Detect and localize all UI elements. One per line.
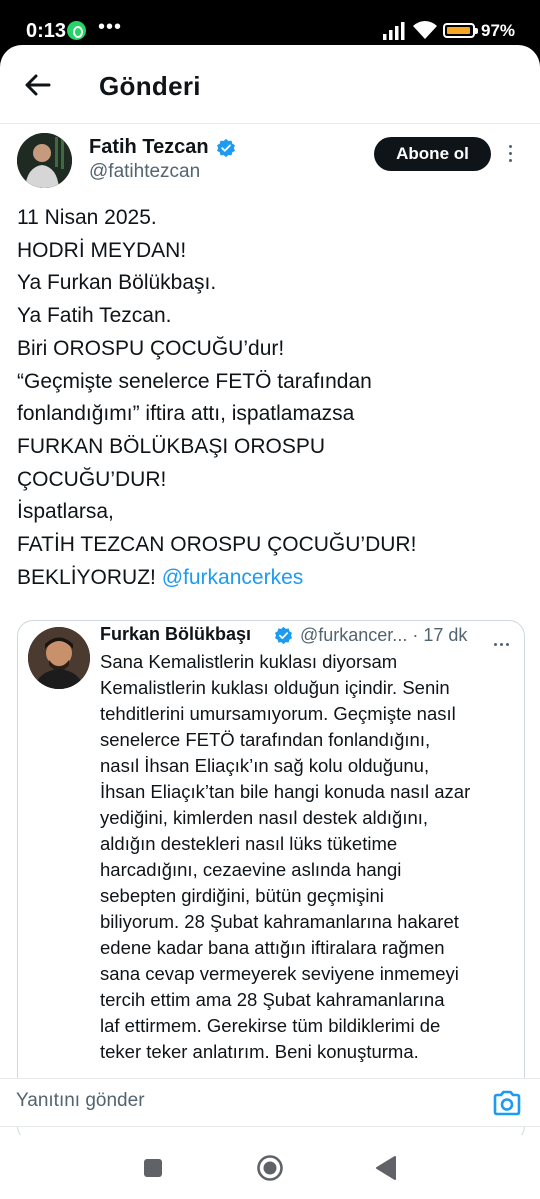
battery-percent: 97% — [481, 21, 516, 40]
quoted-line: sana cevap vermeyerek seviyene inmemeyi — [100, 963, 459, 984]
quoted-line: senelerce FETÖ tarafından fonlandığını, — [100, 729, 431, 750]
more-horizontal-icon[interactable] — [494, 633, 516, 646]
follow-button[interactable]: Abone ol — [374, 137, 491, 171]
quoted-line: nasıl İhsan Eliaçık’ın sağ kolu olduğunu… — [100, 755, 430, 776]
tweet-line: ÇOCUĞU’DUR! — [17, 467, 167, 491]
tweet-line: FATİH TEZCAN OROSPU ÇOCUĞU’DUR! — [17, 533, 417, 557]
more-notifications-icon: ••• — [98, 16, 123, 38]
quoted-line: aldığın destekleri nasıl lüks tüketime — [100, 833, 398, 854]
top-bar: Gönderi — [0, 45, 540, 124]
triangle-back-icon[interactable] — [375, 1155, 397, 1181]
circle-home-icon[interactable] — [256, 1154, 284, 1182]
cell-signal-icon — [383, 22, 405, 40]
verified-badge-icon — [217, 138, 235, 158]
quoted-line: edene kadar bana attığın iftiralara rağm… — [100, 937, 445, 958]
tweet-line: FURKAN BÖLÜKBAŞI OROSPU — [17, 434, 326, 458]
quoted-author-name: Furkan Bölükbaşı — [100, 624, 252, 644]
quoted-line: tercih ettim ama 28 Şubat kahramanlarına — [100, 989, 445, 1010]
tweet-line: Ya Furkan Bölükbaşı. — [17, 271, 217, 295]
page-title: Gönderi — [99, 71, 201, 101]
quoted-line: yediğini, kimlerden nasıl destek aldığın… — [100, 807, 429, 828]
verified-badge-icon — [274, 626, 293, 645]
tweet-line: fonlandığımı” iftira attı, ispatlamazsa — [17, 402, 355, 426]
author-name[interactable]: Fatih Tezcan — [89, 136, 209, 159]
tweet-line: HODRİ MEYDAN! — [17, 238, 187, 262]
arrow-left-icon[interactable] — [18, 65, 58, 105]
tweet-line: “Geçmişte senelerce FETÖ tarafından — [17, 369, 372, 393]
square-recents-icon[interactable] — [144, 1159, 162, 1177]
quoted-line: tehditlerini umursamıyorum. Geçmişte nas… — [100, 703, 456, 724]
quoted-line: Kemalistlerin kuklası olduğun içindir. S… — [100, 677, 450, 698]
whatsapp-notification-icon — [67, 21, 86, 40]
mention-link[interactable]: @furkancerkes — [162, 566, 304, 589]
system-navigation-bar — [0, 1135, 540, 1199]
quoted-line: sebepten girdiğini, bütün geçmişini — [100, 885, 384, 906]
tweet-text: 11 Nisan 2025. HODRİ MEYDAN! Ya Furkan B… — [17, 202, 527, 594]
post-screen: Gönderi Fatih Tezcan @fatihtezcan Abone … — [0, 45, 540, 1199]
quoted-author-handle-time: @furkancer... · 17 dk — [300, 625, 467, 646]
reply-input[interactable] — [16, 1090, 456, 1112]
quoted-tweet-text: Sana Kemalistlerin kuklası diyorsam Kema… — [100, 649, 520, 1065]
quoted-line: biliyorum. 28 Şubat kahramanlarına hakar… — [100, 911, 459, 932]
tweet-line: 11 Nisan 2025. — [17, 206, 157, 229]
author-handle[interactable]: @fatihtezcan — [89, 161, 200, 183]
battery-tip — [475, 28, 478, 34]
wifi-icon — [413, 21, 437, 39]
quoted-line: laf ettirmem. Gerekirse tüm bildiklerimi… — [100, 1015, 441, 1036]
tweet-line-text: BEKLİYORUZ! — [17, 565, 156, 589]
author-avatar[interactable] — [17, 133, 72, 188]
quoted-author-avatar[interactable] — [28, 627, 90, 689]
quoted-line: Sana Kemalistlerin kuklası diyorsam — [100, 651, 398, 672]
tweet-line: Ya Fatih Tezcan. — [17, 304, 172, 328]
tweet-line: İspatlarsa, — [17, 500, 114, 524]
quoted-time: · 17 dk — [412, 625, 468, 645]
quoted-author-handle: @furkancer... — [300, 625, 408, 645]
tweet-line: BEKLİYORUZ! @furkancerkes — [17, 562, 527, 595]
quoted-line: harcadığını, cezaevine aslında hangi — [100, 859, 402, 880]
battery-icon — [443, 23, 475, 38]
more-vertical-icon[interactable] — [503, 145, 517, 165]
status-time: 0:13 — [26, 20, 67, 42]
battery-level — [447, 27, 471, 34]
quoted-line: İhsan Eliaçık’tan bile hangi konuda nası… — [100, 781, 471, 802]
quoted-tweet[interactable]: Furkan Bölükbaşı @furkancer... · 17 dk S… — [17, 620, 525, 1142]
quoted-line: teker teker anlatırım. Beni konuşturma. — [100, 1041, 419, 1062]
camera-icon[interactable] — [492, 1089, 522, 1117]
tweet-line: Biri OROSPU ÇOCUĞU’dur! — [17, 336, 285, 360]
reply-bar — [0, 1078, 540, 1127]
